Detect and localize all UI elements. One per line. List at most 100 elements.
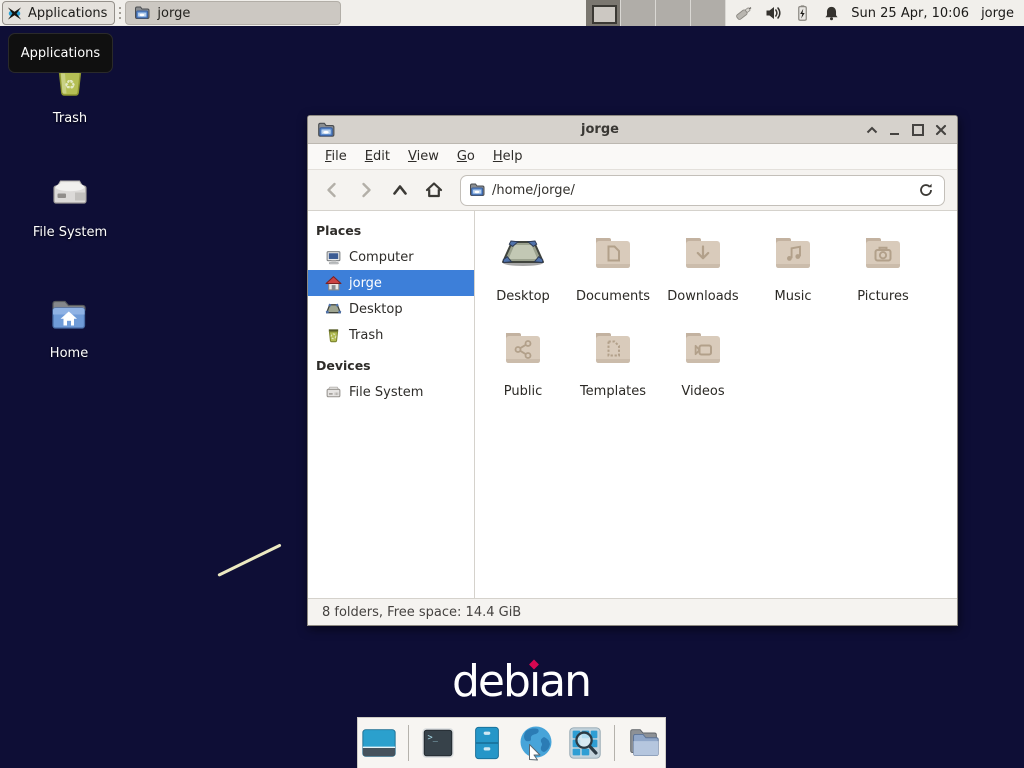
location-bar[interactable]: /home/jorge/ <box>460 175 945 206</box>
taskbar-window-label: jorge <box>157 6 190 21</box>
window-folder-icon <box>317 121 335 139</box>
home-folder-icon <box>45 291 93 339</box>
pictures-folder-icon <box>859 229 907 277</box>
file-item-desktop[interactable]: Desktop <box>478 229 568 324</box>
debian-logo-pre: deb <box>452 656 529 707</box>
desktop-icon-file-system[interactable]: File System <box>25 170 115 240</box>
workspace-4[interactable] <box>691 0 726 26</box>
debian-wallpaper-logo: debıan <box>452 656 590 707</box>
bottom-dock <box>357 717 666 768</box>
sidebar-item-file-system[interactable]: File System <box>308 379 474 405</box>
drive-small-icon <box>325 384 342 401</box>
workspace-2[interactable] <box>621 0 656 26</box>
maximize-button[interactable] <box>911 123 924 136</box>
dock-separator <box>408 725 409 761</box>
folders-launcher[interactable] <box>624 723 664 763</box>
menu-view[interactable]: View <box>399 146 448 167</box>
desktop-icon-home[interactable]: Home <box>24 291 114 361</box>
desktop-icon-file-system-label: File System <box>33 225 107 240</box>
applications-menu-label: Applications <box>28 6 107 21</box>
debian-logo-i: ı <box>529 656 539 707</box>
notifications-bell-icon[interactable] <box>821 3 841 23</box>
trash-small-icon <box>325 327 342 344</box>
menubar: File Edit View Go Help <box>308 144 957 170</box>
toolbar: /home/jorge/ <box>308 170 957 211</box>
panel-user-menu[interactable]: jorge <box>981 6 1014 21</box>
computer-icon <box>325 249 342 266</box>
back-button[interactable] <box>318 176 346 204</box>
templates-folder-icon <box>589 324 637 372</box>
menu-go[interactable]: Go <box>448 146 484 167</box>
screenshot-tool-icon[interactable] <box>734 3 754 23</box>
documents-folder-icon <box>589 229 637 277</box>
music-folder-icon <box>769 229 817 277</box>
close-button[interactable] <box>934 123 947 136</box>
workspace-1[interactable] <box>586 0 621 26</box>
battery-icon[interactable] <box>792 3 812 23</box>
desktop-icon-home-label: Home <box>50 346 88 361</box>
forward-button[interactable] <box>352 176 380 204</box>
taskbar-window-button[interactable]: jorge <box>125 1 341 25</box>
reload-button[interactable] <box>916 180 936 200</box>
workspace-3[interactable] <box>656 0 691 26</box>
system-tray <box>734 3 841 23</box>
window-titlebar[interactable]: jorge <box>308 116 957 144</box>
workspace-switcher <box>586 0 726 26</box>
volume-icon[interactable] <box>763 3 783 23</box>
location-folder-icon <box>469 182 485 198</box>
file-item-music[interactable]: Music <box>748 229 838 324</box>
window-title: jorge <box>335 122 865 137</box>
sidebar-devices-header: Devices <box>308 354 474 379</box>
statusbar: 8 folders, Free space: 14.4 GiB <box>308 598 957 625</box>
file-item-documents[interactable]: Documents <box>568 229 658 324</box>
app-finder-launcher[interactable] <box>565 723 605 763</box>
sidebar-item-computer[interactable]: Computer <box>308 244 474 270</box>
sidebar-item-trash[interactable]: Trash <box>308 322 474 348</box>
file-item-public[interactable]: Public <box>478 324 568 419</box>
file-item-templates[interactable]: Templates <box>568 324 658 419</box>
desktop-icon <box>325 301 342 318</box>
panel-clock[interactable]: Sun 25 Apr, 10:06 <box>851 6 969 21</box>
panel-handle[interactable] <box>117 4 123 22</box>
menu-file[interactable]: File <box>316 146 356 167</box>
workspace-window-thumb <box>592 5 617 24</box>
statusbar-text: 8 folders, Free space: 14.4 GiB <box>322 605 521 620</box>
house-icon <box>325 275 342 292</box>
downloads-folder-icon <box>679 229 727 277</box>
sidebar-item-desktop[interactable]: Desktop <box>308 296 474 322</box>
file-item-pictures[interactable]: Pictures <box>838 229 928 324</box>
window-body: Places Computer jorge Desktop Trash <box>308 211 957 598</box>
menu-edit[interactable]: Edit <box>356 146 399 167</box>
file-manager-window: jorge File Edit View Go Help /home/jorge… <box>307 115 958 626</box>
applications-tooltip-text: Applications <box>21 46 100 61</box>
applications-tooltip: Applications <box>8 33 113 73</box>
sidebar-item-jorge[interactable]: jorge <box>308 270 474 296</box>
file-item-downloads[interactable]: Downloads <box>658 229 748 324</box>
location-path[interactable]: /home/jorge/ <box>492 183 909 198</box>
applications-menu-button[interactable]: Applications <box>2 1 115 25</box>
desktop-icon-trash-label: Trash <box>53 111 87 126</box>
file-item-videos[interactable]: Videos <box>658 324 748 419</box>
desktop-folder-icon <box>499 229 547 277</box>
up-button[interactable] <box>386 176 414 204</box>
taskbar-folder-icon <box>134 5 150 21</box>
top-panel: Applications jorge Sun 25 Apr, 10:06 jor… <box>0 0 1024 26</box>
hard-drive-icon <box>46 170 94 218</box>
file-list: Desktop Documents Downloads Music Pictur… <box>475 211 957 598</box>
menu-help[interactable]: Help <box>484 146 532 167</box>
public-folder-icon <box>499 324 547 372</box>
show-desktop-launcher[interactable] <box>359 723 399 763</box>
debian-logo-post: an <box>539 656 590 707</box>
window-controls <box>865 123 947 136</box>
shade-button[interactable] <box>865 123 878 136</box>
terminal-launcher[interactable] <box>418 723 458 763</box>
home-button[interactable] <box>420 176 448 204</box>
applications-icon <box>6 5 23 22</box>
sidebar: Places Computer jorge Desktop Trash <box>308 211 475 598</box>
decoration-line <box>217 543 281 576</box>
videos-folder-icon <box>679 324 727 372</box>
minimize-button[interactable] <box>888 123 901 136</box>
web-browser-launcher[interactable] <box>516 723 556 763</box>
desktop: Applications jorge Sun 25 Apr, 10:06 jor… <box>0 0 1024 768</box>
file-manager-launcher[interactable] <box>467 723 507 763</box>
